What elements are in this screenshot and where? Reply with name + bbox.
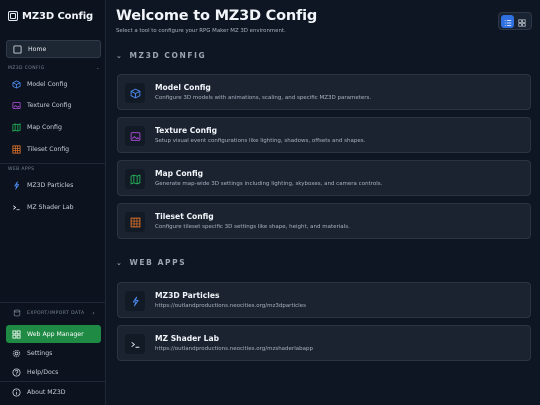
- divider: [0, 302, 106, 303]
- section-header-web-apps[interactable]: ⌄ WEB APPS: [116, 258, 186, 267]
- sidebar-item-about[interactable]: About MZ3D: [6, 383, 101, 401]
- app-title: MZ3D Config: [22, 10, 94, 22]
- card-description: Setup visual event configurations like l…: [155, 138, 366, 144]
- sidebar-item-help-docs[interactable]: Help/Docs: [6, 363, 101, 381]
- grid-icon: [12, 144, 21, 154]
- card-description: Configure tileset specific 3D settings l…: [155, 224, 350, 230]
- section-title: MZ3D CONFIG: [129, 51, 207, 60]
- card-title: Model Config: [155, 83, 211, 92]
- sidebar-item-label: Settings: [27, 349, 53, 357]
- card-mz-shader-lab[interactable]: MZ Shader Lab https://outlandproductions…: [117, 325, 531, 361]
- card-url: https://outlandproductions.neocities.org…: [155, 303, 306, 309]
- chevron-right-icon: ›: [92, 309, 95, 317]
- section-label: WEB APPS: [8, 167, 35, 172]
- database-icon: [12, 309, 21, 318]
- sidebar-item-label: MZ Shader Lab: [27, 203, 74, 211]
- terminal-icon: [12, 203, 21, 212]
- export-import-toggle[interactable]: EXPORT/IMPORT DATA ›: [6, 304, 101, 322]
- sidebar-item-mz3d-particles[interactable]: MZ3D Particles: [6, 176, 101, 194]
- card-tileset-config[interactable]: Tileset Config Configure tileset specifi…: [117, 203, 531, 239]
- card-title: Map Config: [155, 169, 204, 178]
- chevron-down-icon: ⌄: [116, 51, 124, 60]
- logo-icon: [8, 11, 18, 21]
- sidebar-item-label: Texture Config: [27, 101, 72, 109]
- sidebar-item-web-app-manager[interactable]: Web App Manager: [6, 325, 101, 343]
- card-title: Tileset Config: [155, 212, 214, 221]
- sidebar-item-settings[interactable]: Settings: [6, 344, 101, 362]
- sidebar-section-web-apps: WEB APPS: [8, 167, 100, 172]
- map-icon: [125, 169, 145, 189]
- section-label: MZ3D CONFIG: [8, 66, 45, 71]
- grid-icon: [517, 12, 526, 31]
- sidebar-item-label: Tileset Config: [27, 145, 70, 153]
- gear-icon: [12, 349, 21, 358]
- card-model-config[interactable]: Model Config Configure 3D models with an…: [117, 74, 531, 110]
- list-icon: [504, 12, 512, 31]
- info-icon: [12, 387, 21, 397]
- map-icon: [12, 122, 21, 132]
- sidebar-item-label: Model Config: [27, 80, 68, 88]
- image-icon: [125, 126, 145, 146]
- home-icon: [13, 44, 22, 54]
- section-title: WEB APPS: [129, 258, 187, 267]
- sidebar-item-label: MZ3D Particles: [27, 181, 74, 189]
- sidebar-item-map-config[interactable]: Map Config: [6, 118, 101, 136]
- card-title: MZ3D Particles: [155, 291, 220, 300]
- chevron-down-icon: ⌄: [95, 66, 100, 71]
- sidebar-item-label: Map Config: [27, 123, 62, 131]
- chevron-down-icon: ⌄: [116, 258, 124, 267]
- sidebar-item-label: Help/Docs: [27, 368, 59, 376]
- grid-icon: [125, 212, 145, 232]
- divider: [0, 163, 106, 164]
- sidebar-item-mz-shader-lab[interactable]: MZ Shader Lab: [6, 198, 101, 216]
- sparkle-icon: [125, 291, 145, 311]
- card-description: Configure 3D models with animations, sca…: [155, 95, 372, 101]
- card-title: MZ Shader Lab: [155, 334, 220, 343]
- card-description: Generate map-wide 3D settings including …: [155, 181, 383, 187]
- image-icon: [12, 101, 21, 110]
- sidebar-item-home[interactable]: Home: [6, 40, 101, 58]
- card-texture-config[interactable]: Texture Config Setup visual event config…: [117, 117, 531, 153]
- page-subtitle: Select a tool to configure your RPG Make…: [116, 28, 286, 34]
- main-content: Welcome to MZ3D Config Select a tool to …: [107, 0, 540, 405]
- page-title: Welcome to MZ3D Config: [116, 8, 318, 24]
- sidebar-item-label: About MZ3D: [27, 388, 66, 396]
- help-icon: [12, 367, 21, 377]
- section-header-mz3d-config[interactable]: ⌄ MZ3D CONFIG: [116, 51, 206, 60]
- card-mz3d-particles[interactable]: MZ3D Particles https://outlandproduction…: [117, 282, 531, 318]
- terminal-icon: [125, 334, 145, 354]
- sidebar-item-model-config[interactable]: Model Config: [6, 75, 101, 93]
- card-url: https://outlandproductions.neocities.org…: [155, 346, 313, 352]
- cube-icon: [125, 83, 145, 103]
- sidebar-item-label: Home: [28, 45, 47, 53]
- sidebar-item-tileset-config[interactable]: Tileset Config: [6, 140, 101, 158]
- list-view-button[interactable]: [501, 12, 514, 31]
- view-toggle: [498, 12, 532, 30]
- brand: MZ3D Config: [8, 9, 93, 23]
- sidebar-section-mz3d[interactable]: MZ3D CONFIG ⌄: [8, 66, 100, 71]
- cube-icon: [12, 79, 21, 89]
- export-import-label: EXPORT/IMPORT DATA: [27, 310, 85, 316]
- card-title: Texture Config: [155, 126, 218, 135]
- sidebar-item-texture-config[interactable]: Texture Config: [6, 96, 101, 114]
- sparkle-icon: [12, 180, 21, 190]
- sidebar: MZ3D Config Home MZ3D CONFIG ⌄ Model Con…: [0, 0, 106, 405]
- card-map-config[interactable]: Map Config Generate map-wide 3D settings…: [117, 160, 531, 196]
- grid-icon: [12, 329, 21, 339]
- sidebar-item-label: Web App Manager: [27, 330, 84, 338]
- divider: [0, 381, 106, 382]
- grid-view-button[interactable]: [515, 15, 528, 28]
